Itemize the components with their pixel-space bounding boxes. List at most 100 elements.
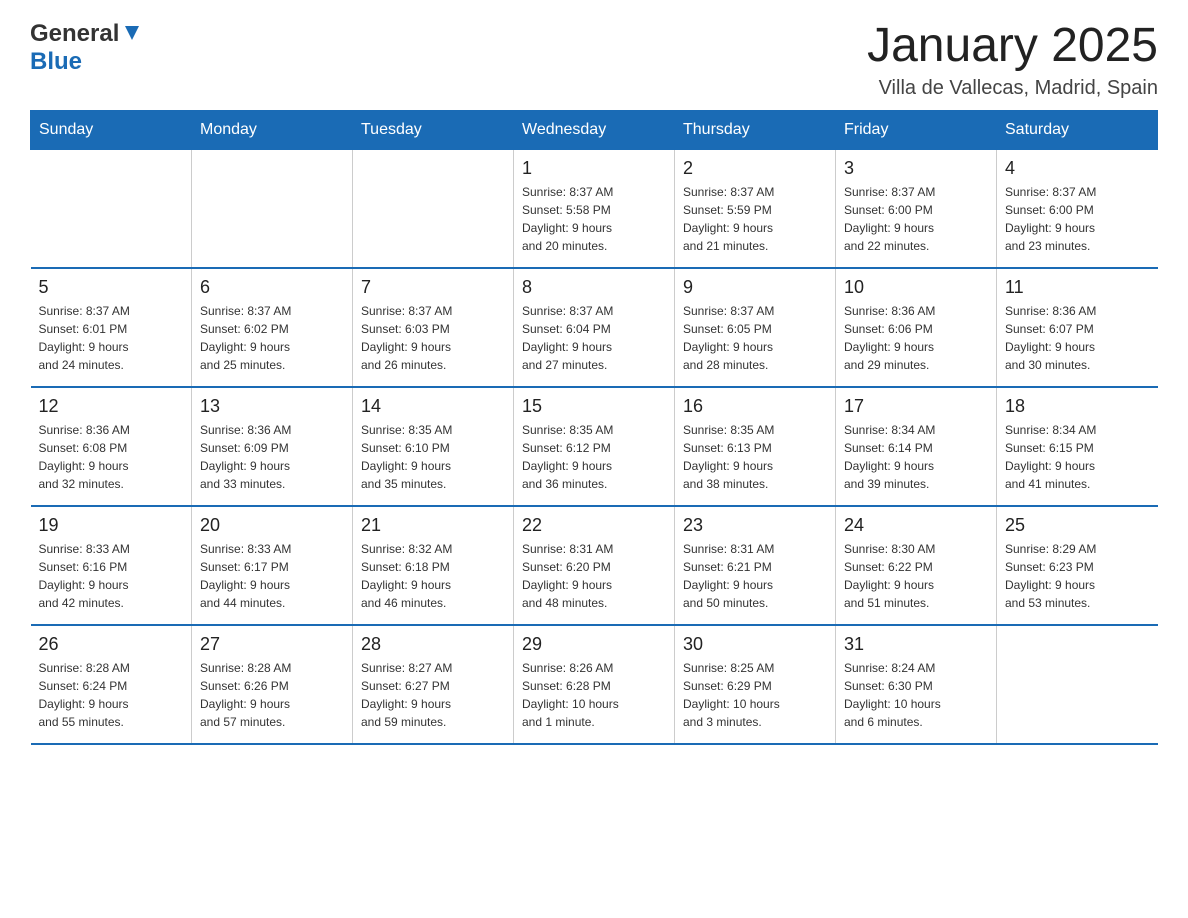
day-number: 11: [1005, 277, 1150, 298]
calendar-cell: 21Sunrise: 8:32 AM Sunset: 6:18 PM Dayli…: [353, 506, 514, 625]
calendar-cell: 13 Sunrise: 8:36 AM Sunset: 6:09 PM Dayli…: [192, 387, 353, 506]
calendar-cell: [192, 149, 353, 268]
title-section: January 2025 Villa de Vallecas, Madrid, …: [867, 20, 1158, 100]
calendar-cell: 26Sunrise: 8:28 AM Sunset: 6:24 PM Dayli…: [31, 625, 192, 744]
page-title: January 2025: [867, 20, 1158, 73]
day-number: 13: [200, 396, 344, 417]
day-info: Sunrise: 8:37 AM Sunset: 5:59 PM Dayligh…: [683, 183, 827, 255]
calendar-cell: 20 Sunrise: 8:33 AM Sunset: 6:17 PM Dayli…: [192, 506, 353, 625]
day-number: 30: [683, 634, 827, 655]
day-number: 23: [683, 515, 827, 536]
day-number: 8: [522, 277, 666, 298]
day-number: 9: [683, 277, 827, 298]
page-subtitle: Villa de Vallecas, Madrid, Spain: [867, 77, 1158, 100]
calendar-cell: 19 Sunrise: 8:33 AM Sunset: 6:16 PM Dayli…: [31, 506, 192, 625]
day-of-week-thursday: Thursday: [675, 110, 836, 149]
day-info: Sunrise: 8:37 AM Sunset: 6:04 PM Dayligh…: [522, 302, 666, 374]
day-number: 24: [844, 515, 988, 536]
day-info: Sunrise: 8:29 AM Sunset: 6:23 PM Dayligh…: [1005, 540, 1150, 612]
day-number: 7: [361, 277, 505, 298]
day-number: 17: [844, 396, 988, 417]
day-of-week-tuesday: Tuesday: [353, 110, 514, 149]
logo-general-text: General: [30, 20, 119, 48]
logo-triangle-icon: [121, 22, 143, 44]
calendar-cell: [353, 149, 514, 268]
calendar-cell: 2 Sunrise: 8:37 AM Sunset: 5:59 PM Daylig…: [675, 149, 836, 268]
day-info: Sunrise: 8:37 AM Sunset: 6:01 PM Dayligh…: [39, 302, 184, 374]
calendar-cell: [997, 625, 1158, 744]
day-number: 20: [200, 515, 344, 536]
day-info: Sunrise: 8:31 AM Sunset: 6:20 PM Dayligh…: [522, 540, 666, 612]
calendar-week-row: 1Sunrise: 8:37 AM Sunset: 5:58 PM Daylig…: [31, 149, 1158, 268]
day-number: 19: [39, 515, 184, 536]
day-info: Sunrise: 8:28 AM Sunset: 6:26 PM Dayligh…: [200, 659, 344, 731]
calendar-week-row: 12 Sunrise: 8:36 AM Sunset: 6:08 PM Dayli…: [31, 387, 1158, 506]
day-info: Sunrise: 8:33 AM Sunset: 6:17 PM Dayligh…: [200, 540, 344, 612]
day-number: 5: [39, 277, 184, 298]
day-number: 3: [844, 158, 988, 179]
calendar-week-row: 19 Sunrise: 8:33 AM Sunset: 6:16 PM Dayli…: [31, 506, 1158, 625]
page-header: General Blue January 2025 Villa de Valle…: [30, 20, 1158, 100]
day-number: 14: [361, 396, 505, 417]
calendar-week-row: 26Sunrise: 8:28 AM Sunset: 6:24 PM Dayli…: [31, 625, 1158, 744]
day-info: Sunrise: 8:35 AM Sunset: 6:13 PM Dayligh…: [683, 421, 827, 493]
day-info: Sunrise: 8:24 AM Sunset: 6:30 PM Dayligh…: [844, 659, 988, 731]
calendar-cell: 10Sunrise: 8:36 AM Sunset: 6:06 PM Dayli…: [836, 268, 997, 387]
day-number: 16: [683, 396, 827, 417]
day-info: Sunrise: 8:26 AM Sunset: 6:28 PM Dayligh…: [522, 659, 666, 731]
day-number: 12: [39, 396, 184, 417]
day-number: 31: [844, 634, 988, 655]
day-number: 6: [200, 277, 344, 298]
calendar-cell: 23 Sunrise: 8:31 AM Sunset: 6:21 PM Dayli…: [675, 506, 836, 625]
day-of-week-wednesday: Wednesday: [514, 110, 675, 149]
day-info: Sunrise: 8:37 AM Sunset: 6:02 PM Dayligh…: [200, 302, 344, 374]
day-of-week-monday: Monday: [192, 110, 353, 149]
day-info: Sunrise: 8:33 AM Sunset: 6:16 PM Dayligh…: [39, 540, 184, 612]
day-info: Sunrise: 8:27 AM Sunset: 6:27 PM Dayligh…: [361, 659, 505, 731]
calendar-cell: 6 Sunrise: 8:37 AM Sunset: 6:02 PM Daylig…: [192, 268, 353, 387]
calendar-cell: 8 Sunrise: 8:37 AM Sunset: 6:04 PM Daylig…: [514, 268, 675, 387]
calendar-cell: 14 Sunrise: 8:35 AM Sunset: 6:10 PM Dayli…: [353, 387, 514, 506]
day-info: Sunrise: 8:37 AM Sunset: 6:00 PM Dayligh…: [1005, 183, 1150, 255]
day-info: Sunrise: 8:25 AM Sunset: 6:29 PM Dayligh…: [683, 659, 827, 731]
day-number: 27: [200, 634, 344, 655]
day-number: 18: [1005, 396, 1150, 417]
calendar-cell: 22 Sunrise: 8:31 AM Sunset: 6:20 PM Dayli…: [514, 506, 675, 625]
calendar-cell: 4 Sunrise: 8:37 AM Sunset: 6:00 PM Daylig…: [997, 149, 1158, 268]
day-number: 10: [844, 277, 988, 298]
calendar-cell: 18Sunrise: 8:34 AM Sunset: 6:15 PM Dayli…: [997, 387, 1158, 506]
day-number: 25: [1005, 515, 1150, 536]
day-number: 2: [683, 158, 827, 179]
calendar-cell: 3Sunrise: 8:37 AM Sunset: 6:00 PM Daylig…: [836, 149, 997, 268]
calendar-cell: 15Sunrise: 8:35 AM Sunset: 6:12 PM Dayli…: [514, 387, 675, 506]
day-of-week-saturday: Saturday: [997, 110, 1158, 149]
day-info: Sunrise: 8:30 AM Sunset: 6:22 PM Dayligh…: [844, 540, 988, 612]
calendar-header-row: SundayMondayTuesdayWednesdayThursdayFrid…: [31, 110, 1158, 149]
day-info: Sunrise: 8:36 AM Sunset: 6:07 PM Dayligh…: [1005, 302, 1150, 374]
day-info: Sunrise: 8:35 AM Sunset: 6:10 PM Dayligh…: [361, 421, 505, 493]
day-of-week-friday: Friday: [836, 110, 997, 149]
day-number: 22: [522, 515, 666, 536]
calendar-cell: 7 Sunrise: 8:37 AM Sunset: 6:03 PM Daylig…: [353, 268, 514, 387]
calendar-cell: 9Sunrise: 8:37 AM Sunset: 6:05 PM Daylig…: [675, 268, 836, 387]
day-number: 26: [39, 634, 184, 655]
day-number: 21: [361, 515, 505, 536]
calendar-table: SundayMondayTuesdayWednesdayThursdayFrid…: [30, 110, 1158, 745]
day-number: 29: [522, 634, 666, 655]
day-info: Sunrise: 8:34 AM Sunset: 6:14 PM Dayligh…: [844, 421, 988, 493]
day-info: Sunrise: 8:36 AM Sunset: 6:09 PM Dayligh…: [200, 421, 344, 493]
calendar-week-row: 5 Sunrise: 8:37 AM Sunset: 6:01 PM Daylig…: [31, 268, 1158, 387]
logo-blue-text: Blue: [30, 48, 82, 76]
calendar-cell: 29 Sunrise: 8:26 AM Sunset: 6:28 PM Dayli…: [514, 625, 675, 744]
day-number: 4: [1005, 158, 1150, 179]
day-of-week-sunday: Sunday: [31, 110, 192, 149]
calendar-cell: 12 Sunrise: 8:36 AM Sunset: 6:08 PM Dayli…: [31, 387, 192, 506]
calendar-cell: 27 Sunrise: 8:28 AM Sunset: 6:26 PM Dayli…: [192, 625, 353, 744]
day-number: 28: [361, 634, 505, 655]
calendar-cell: 1Sunrise: 8:37 AM Sunset: 5:58 PM Daylig…: [514, 149, 675, 268]
calendar-cell: 30 Sunrise: 8:25 AM Sunset: 6:29 PM Dayli…: [675, 625, 836, 744]
day-info: Sunrise: 8:31 AM Sunset: 6:21 PM Dayligh…: [683, 540, 827, 612]
day-info: Sunrise: 8:36 AM Sunset: 6:08 PM Dayligh…: [39, 421, 184, 493]
day-info: Sunrise: 8:37 AM Sunset: 6:03 PM Dayligh…: [361, 302, 505, 374]
calendar-cell: 5 Sunrise: 8:37 AM Sunset: 6:01 PM Daylig…: [31, 268, 192, 387]
